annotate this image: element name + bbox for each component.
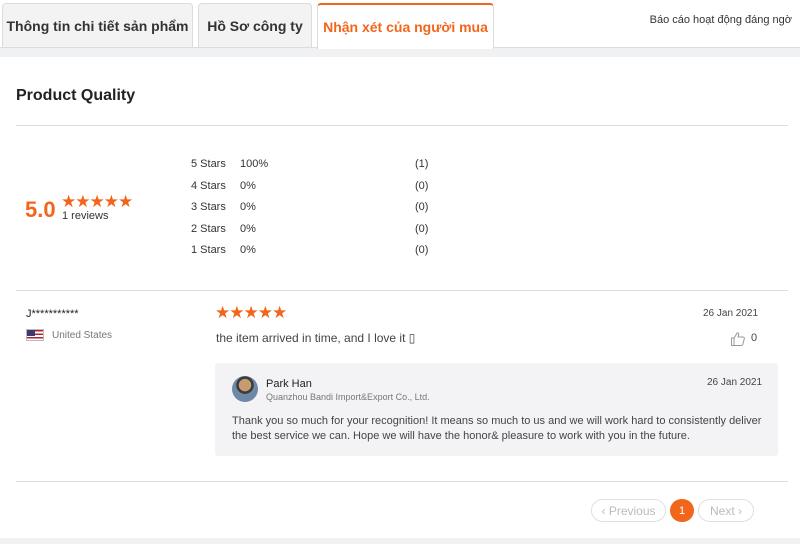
distribution-label: 4 Stars — [191, 179, 226, 192]
avatar — [232, 376, 258, 402]
next-page-button[interactable]: Next › — [698, 499, 754, 522]
like-count: 0 — [751, 332, 758, 344]
reply-author-name: Park Han — [266, 378, 312, 390]
divider — [16, 125, 788, 126]
reply-date: 26 Jan 2021 — [707, 377, 763, 388]
tab-buyer-reviews[interactable]: Nhận xét của người mua — [317, 3, 494, 49]
section-title: Product Quality — [16, 87, 136, 104]
distribution-count: (0) — [415, 179, 429, 192]
distribution-row[interactable]: 5 Stars 100% (1) — [191, 157, 451, 179]
distribution-label: 3 Stars — [191, 201, 226, 213]
reviews-panel: Product Quality 5.0 ★★★★★ 1 reviews 5 St… — [0, 57, 800, 538]
seller-reply: Park Han Quanzhou Bandi Import&Export Co… — [215, 363, 778, 456]
distribution-count: (0) — [415, 244, 429, 256]
tab-product-details[interactable]: Thông tin chi tiết sản phẩm — [2, 3, 193, 48]
page-1-button[interactable]: 1 — [670, 499, 694, 522]
reply-company: Quanzhou Bandi Import&Export Co., Ltd. — [266, 392, 430, 402]
distribution-row[interactable]: 1 Stars 0% (0) — [191, 243, 451, 265]
page-bottom — [0, 538, 800, 544]
review-count: 1 reviews — [62, 210, 109, 222]
reviewer-country: United States — [52, 330, 113, 341]
previous-page-button[interactable]: ‹ Previous — [591, 499, 666, 522]
review-text: the item arrived in time, and I love it … — [216, 331, 416, 345]
review-stars: ★★★★★ — [215, 303, 287, 322]
distribution-percent: 100% — [240, 158, 269, 170]
distribution-count: (0) — [415, 222, 429, 235]
divider — [16, 481, 788, 482]
reviewer-name: J*********** — [26, 308, 79, 320]
rating-distribution: 5 Stars 100% (1) 4 Stars 0% (0) 3 Stars … — [191, 157, 451, 265]
review-date: 26 Jan 2021 — [703, 308, 759, 319]
tab-bar: Thông tin chi tiết sản phẩm Hồ Sơ công t… — [0, 0, 800, 49]
distribution-row[interactable]: 4 Stars 0% (0) — [191, 179, 451, 201]
previous-label: Previous — [608, 503, 656, 518]
distribution-percent: 0% — [240, 179, 256, 192]
distribution-label: 5 Stars — [191, 158, 226, 170]
reply-text: Thank you so much for your recognition! … — [232, 415, 762, 442]
divider — [16, 290, 788, 291]
distribution-percent: 0% — [240, 244, 256, 256]
thumbs-up-icon[interactable] — [730, 331, 746, 347]
tab-company-profile[interactable]: Hồ Sơ công ty — [198, 3, 312, 48]
distribution-row[interactable]: 3 Stars 0% (0) — [191, 200, 451, 222]
chevron-left-icon: ‹ — [601, 503, 609, 518]
distribution-count: (0) — [415, 201, 429, 213]
distribution-percent: 0% — [240, 222, 256, 235]
report-suspicious-link[interactable]: Báo cáo hoạt động đáng ngờ — [650, 14, 792, 26]
distribution-label: 1 Stars — [191, 244, 226, 256]
distribution-label: 2 Stars — [191, 222, 226, 235]
next-label: Next — [709, 503, 735, 518]
distribution-row[interactable]: 2 Stars 0% (0) — [191, 222, 451, 244]
chevron-right-icon: › — [734, 503, 743, 518]
us-flag-icon — [26, 329, 44, 341]
distribution-percent: 0% — [240, 201, 256, 213]
average-stars: ★★★★★ — [61, 192, 133, 211]
average-rating: 5.0 — [25, 197, 56, 222]
distribution-count: (1) — [415, 158, 429, 170]
